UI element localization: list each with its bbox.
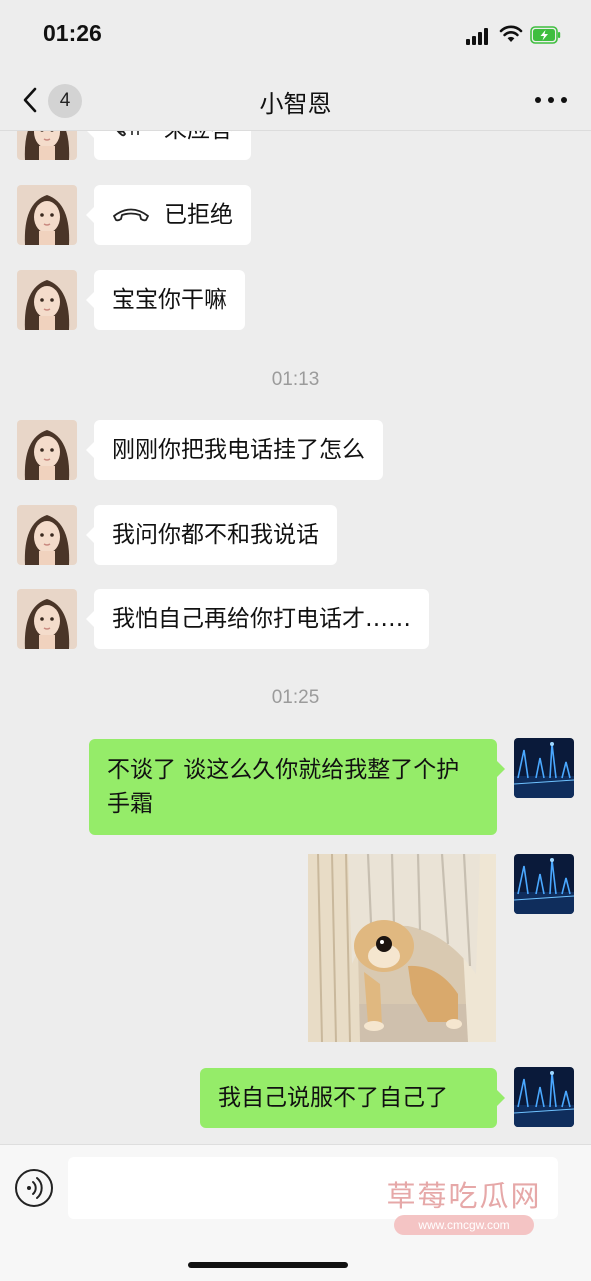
message-text: 已拒绝 — [164, 202, 233, 228]
contact-avatar[interactable] — [17, 131, 77, 160]
message-bubble[interactable]: 不谈了 谈这么久你就给我整了个护手霜 — [89, 739, 505, 835]
message-bubble[interactable]: 宝宝你干嘛 — [86, 270, 245, 330]
message-list[interactable]: 未应答 已拒绝 宝宝你干嘛 01:13 刚刚你把我电话挂了怎么 我问你都不和我说… — [0, 131, 591, 1144]
user-avatar[interactable] — [514, 738, 574, 798]
phone-icon — [117, 131, 139, 136]
home-indicator[interactable] — [188, 1262, 348, 1268]
chat-header: 4 小智恩 — [0, 70, 591, 131]
message-bubble[interactable]: 我自己说服不了自己了 — [200, 1068, 505, 1128]
wifi-icon — [499, 25, 523, 42]
contact-avatar[interactable] — [17, 185, 77, 245]
message-input-bar: 草莓吃瓜网 www.cmcgw.com — [0, 1144, 591, 1281]
message-text: 未应答 — [164, 131, 233, 143]
status-bar: 01:26 — [0, 0, 591, 70]
battery-charging-icon — [530, 26, 561, 44]
voice-input-button[interactable] — [15, 1169, 53, 1207]
contact-avatar[interactable] — [17, 420, 77, 480]
site-watermark: 草莓吃瓜网 www.cmcgw.com — [376, 1173, 566, 1243]
cellular-signal-icon — [466, 27, 492, 45]
voice-icon — [27, 1177, 43, 1199]
message-timestamp: 01:13 — [271, 369, 320, 390]
chat-title: 小智恩 — [259, 90, 332, 118]
contact-avatar[interactable] — [17, 505, 77, 565]
watermark-url: www.cmcgw.com — [394, 1215, 534, 1235]
user-avatar[interactable] — [514, 854, 574, 914]
status-time: 01:26 — [43, 20, 102, 46]
message-bubble[interactable]: 我问你都不和我说话 — [86, 505, 337, 565]
watermark-title: 草莓吃瓜网 — [386, 1179, 542, 1213]
phone-hangup-icon — [113, 208, 149, 221]
more-options-button[interactable] — [535, 92, 567, 108]
message-timestamp: 01:25 — [271, 687, 320, 708]
contact-avatar[interactable] — [17, 589, 77, 649]
message-bubble[interactable]: 我怕自己再给你打电话才…… — [86, 589, 429, 649]
sticker-image[interactable] — [308, 854, 496, 1042]
message-bubble[interactable]: 刚刚你把我电话挂了怎么 — [86, 420, 383, 480]
call-notice-bubble[interactable]: 已拒绝 — [86, 185, 251, 245]
user-avatar[interactable] — [514, 1067, 574, 1127]
contact-avatar[interactable] — [17, 270, 77, 330]
call-notice-bubble[interactable]: 未应答 — [86, 131, 251, 160]
